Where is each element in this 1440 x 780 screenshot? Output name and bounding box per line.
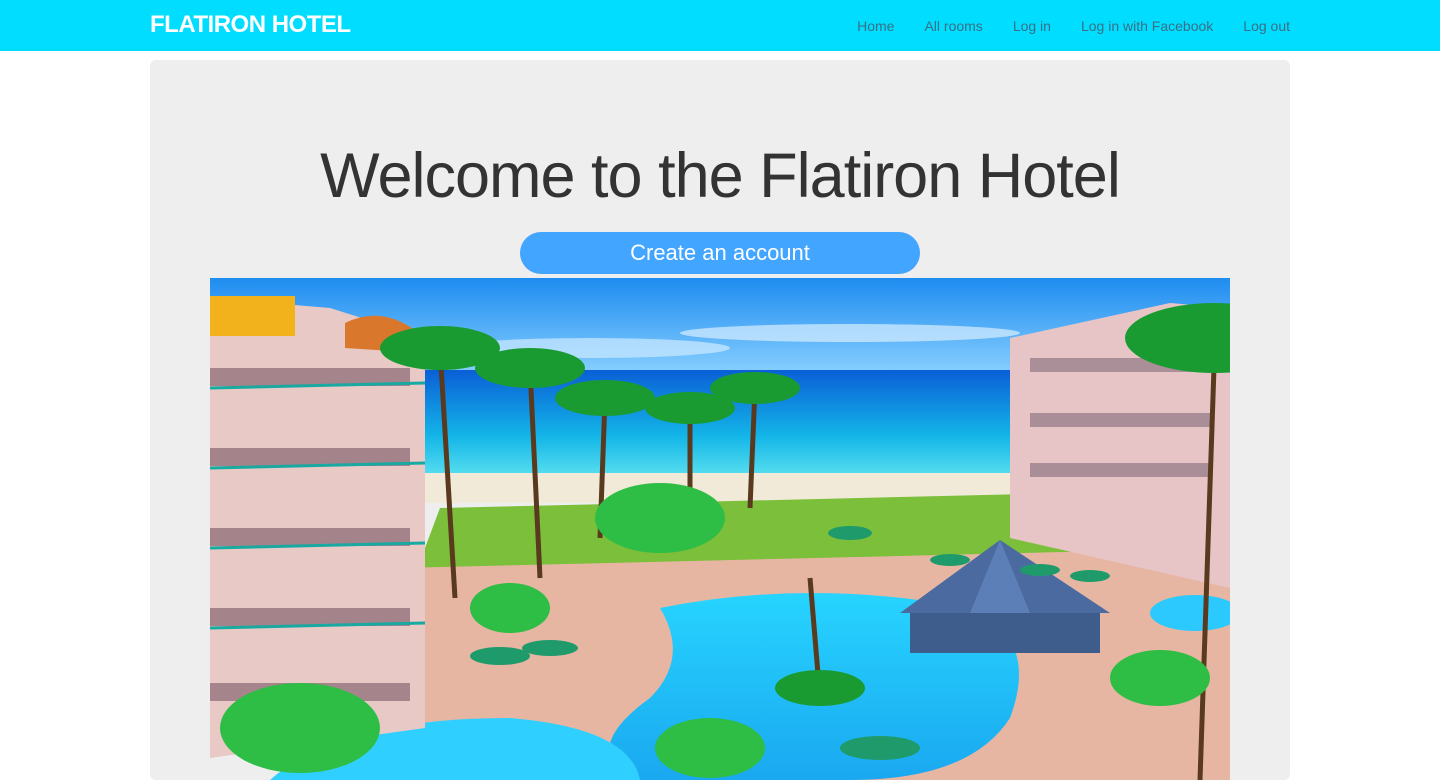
top-navbar: FLATIRON HOTEL Home All rooms Log in Log… xyxy=(0,0,1440,51)
nav-link-log-out[interactable]: Log out xyxy=(1243,18,1290,34)
create-account-button[interactable]: Create an account xyxy=(520,232,920,274)
nav-link-all-rooms[interactable]: All rooms xyxy=(924,18,982,34)
jumbotron: Welcome to the Flatiron Hotel Create an … xyxy=(150,60,1290,780)
hero-image xyxy=(210,278,1230,780)
page-title: Welcome to the Flatiron Hotel xyxy=(320,141,1121,211)
brand-logo[interactable]: FLATIRON HOTEL xyxy=(150,11,351,39)
nav-links: Home All rooms Log in Log in with Facebo… xyxy=(827,0,1290,51)
nav-link-home[interactable]: Home xyxy=(857,18,894,34)
nav-link-log-in-facebook[interactable]: Log in with Facebook xyxy=(1081,18,1213,34)
nav-link-log-in[interactable]: Log in xyxy=(1013,18,1051,34)
